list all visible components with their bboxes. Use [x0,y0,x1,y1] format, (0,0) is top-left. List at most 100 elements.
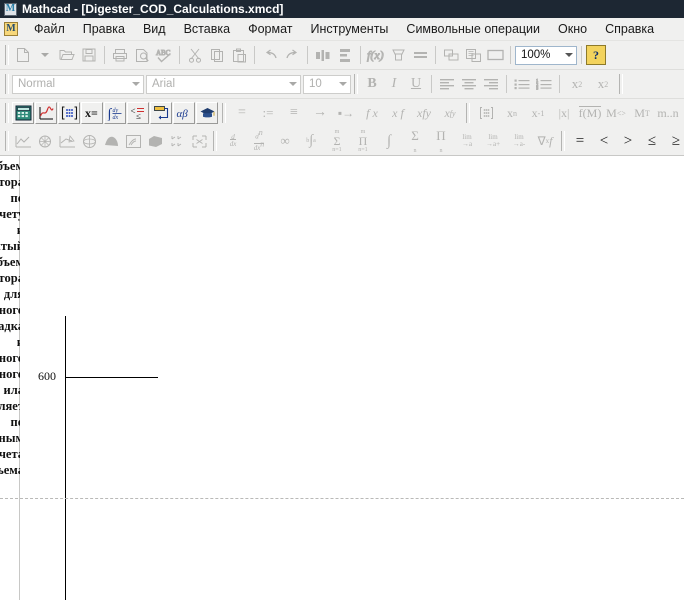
evaluation-toolbar-icon[interactable]: x= [81,102,103,124]
menu-tools[interactable]: Инструменты [301,19,397,39]
subscript-button[interactable]: x2 [590,73,616,95]
postfix-operator-op[interactable]: x f [385,102,411,124]
contour-plot-icon[interactable] [100,130,122,152]
calculate-icon[interactable] [409,44,431,66]
copy-icon[interactable] [206,44,228,66]
product-op[interactable]: Πn [428,129,454,154]
insert-unit-icon[interactable] [387,44,409,66]
redo-icon[interactable] [281,44,303,66]
paragraph-style-combo[interactable]: Normal [12,74,144,94]
superscript-button[interactable]: x2 [564,73,590,95]
vectorize-op[interactable]: f(M) [577,102,603,124]
align-center-icon[interactable] [458,73,480,95]
boolean-equal-op[interactable]: = [568,130,592,152]
indefinite-integral-op[interactable]: ∫ [376,130,402,152]
transpose-op[interactable]: MT [629,102,655,124]
bar-plot-3d-icon[interactable] [122,130,144,152]
infinity-op[interactable]: ∞ [272,130,298,152]
print-icon[interactable] [109,44,131,66]
menu-edit[interactable]: Правка [74,19,134,39]
scatter-plot-3d-icon[interactable] [144,130,166,152]
insert-component-icon[interactable] [462,44,484,66]
boolean-toolbar-icon[interactable]: < ≤ [127,102,149,124]
trace-icon[interactable] [56,130,78,152]
new-document-icon[interactable] [12,44,34,66]
underline-button[interactable]: U [405,73,427,95]
boolean-less-op[interactable]: < [592,130,616,152]
insert-matrix-icon[interactable] [473,102,499,124]
menu-help[interactable]: Справка [596,19,663,39]
range-variable-op[interactable]: m..n [655,102,681,124]
calculus-toolbar-icon[interactable]: ∫ dy dx [104,102,126,124]
numbered-list-icon[interactable]: 123 [533,73,555,95]
greek-toolbar-icon[interactable]: αβ [173,102,195,124]
bold-button[interactable]: B [361,73,383,95]
new-dropdown-icon[interactable] [34,44,56,66]
print-preview-icon[interactable] [131,44,153,66]
zoom-plot-icon[interactable] [188,130,210,152]
summation-op[interactable]: Σn [402,129,428,154]
spellcheck-icon[interactable]: ABC [153,44,175,66]
matrix-toolbar-icon[interactable] [58,102,80,124]
gradient-op[interactable]: ∇ x f [532,130,558,152]
paste-clipboard-icon[interactable] [228,44,250,66]
symbolic-toolbar-icon[interactable] [196,102,218,124]
summation-range-op[interactable]: m Σn=1 [324,129,350,153]
boolean-greater-op[interactable]: > [616,130,640,152]
open-folder-icon[interactable] [56,44,78,66]
align-across-icon[interactable] [312,44,334,66]
save-disk-icon[interactable] [78,44,100,66]
vector-field-plot-icon[interactable] [166,130,188,152]
bullet-list-icon[interactable] [511,73,533,95]
menu-insert[interactable]: Вставка [175,19,239,39]
document-workspace[interactable]: Объем реактора по расчету и принятый объ… [0,156,684,600]
align-right-icon[interactable] [480,73,502,95]
menu-symbolics[interactable]: Символьные операции [397,19,549,39]
global-define-op[interactable]: ≡ [281,102,307,124]
toolbar-grip[interactable] [5,45,9,65]
nth-derivative-op[interactable]: dn dxn [246,129,272,153]
limit-left-op[interactable]: lim →a- [506,130,532,152]
programming-toolbar-icon[interactable] [150,102,172,124]
graph-toolbar-icon[interactable] [35,102,57,124]
prefix-operator-op[interactable]: f x [359,102,385,124]
infix-operator-op[interactable]: xfy [411,102,437,124]
boolean-less-equal-op[interactable]: ≤ [640,130,664,152]
equal-op[interactable]: = [229,102,255,124]
insert-function-icon[interactable]: f(x) [365,44,387,66]
limit-right-op[interactable]: lim →a+ [480,130,506,152]
surface-plot-icon[interactable] [78,130,100,152]
boolean-greater-equal-op[interactable]: ≥ [664,130,684,152]
calculator-toolbar-icon[interactable] [12,102,34,124]
help-button[interactable]: ? [586,45,606,65]
limit-op[interactable]: lim →a [454,130,480,152]
menu-view[interactable]: Вид [134,19,175,39]
symbolic-eval-op[interactable]: → [307,102,333,124]
document-menu-icon[interactable]: M [4,22,18,36]
matrix-column-op[interactable]: M <> [603,102,629,124]
symbolic-keyword-eval-op[interactable]: ▪→ [333,102,359,124]
italic-button[interactable]: I [383,73,405,95]
font-size-combo[interactable]: 10 [303,74,351,94]
menu-file[interactable]: Файл [25,19,74,39]
inverse-op[interactable]: x -1 [525,102,551,124]
polar-plot-icon[interactable] [34,130,56,152]
toolbar-grip[interactable] [5,103,9,123]
cut-scissors-icon[interactable] [184,44,206,66]
derivative-op[interactable]: d dx [220,130,246,152]
xy-plot-icon[interactable] [12,130,34,152]
toolbar-grip[interactable] [5,131,9,151]
subscript-index-op[interactable]: xn [499,102,525,124]
font-family-combo[interactable]: Arial [146,74,301,94]
determinant-op[interactable]: |x| [551,102,577,124]
define-op[interactable]: := [255,102,281,124]
product-range-op[interactable]: m Πn=1 [350,129,376,153]
clipped-text-region[interactable]: Объем реактора по расчету и принятый объ… [0,158,20,596]
undo-icon[interactable] [259,44,281,66]
align-down-icon[interactable] [334,44,356,66]
menu-window[interactable]: Окно [549,19,596,39]
toolbar-grip[interactable] [5,74,9,94]
treefix-operator-op[interactable]: xfy [437,102,463,124]
insert-hyperlink-icon[interactable] [440,44,462,66]
menu-format[interactable]: Формат [239,19,301,39]
